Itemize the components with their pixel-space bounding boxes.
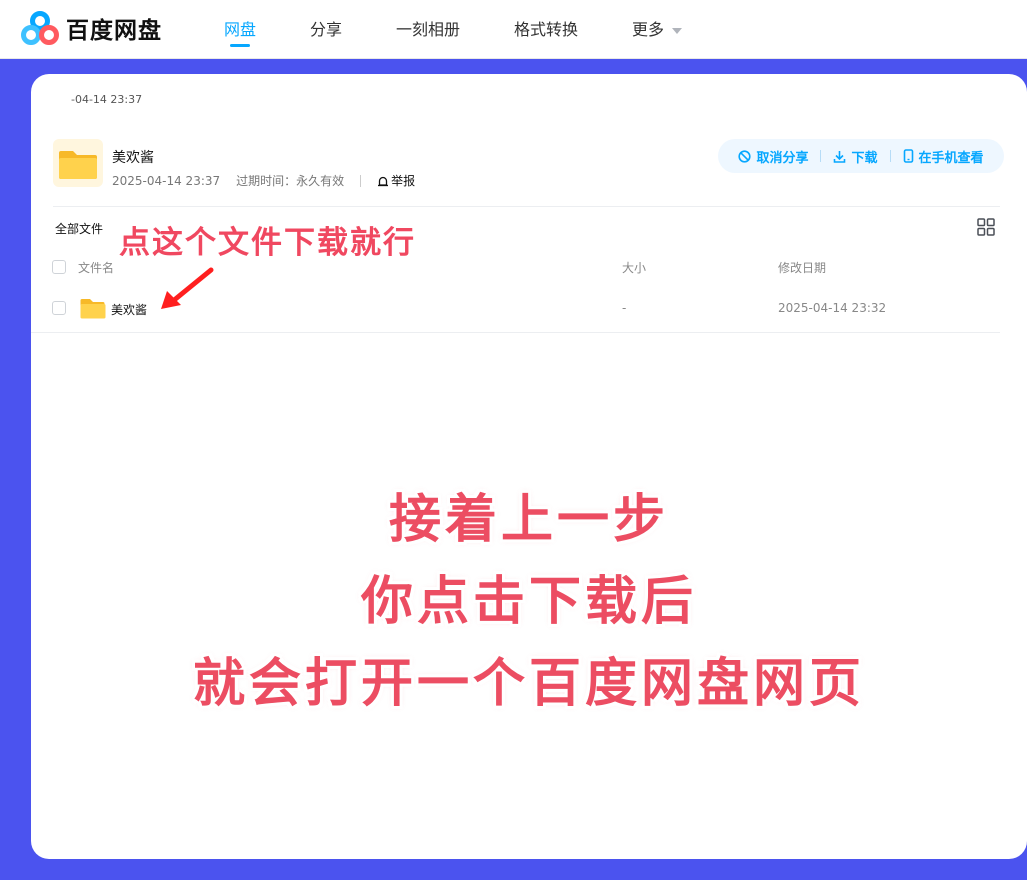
grid-view-icon xyxy=(977,218,995,236)
row-file-name[interactable]: 美欢酱 xyxy=(111,301,147,318)
nav-tab-share[interactable]: 分享 xyxy=(310,16,342,40)
row-checkbox[interactable] xyxy=(52,301,66,315)
phone-icon xyxy=(903,149,913,163)
row-folder-icon-wrap xyxy=(80,296,106,324)
download-label: 下载 xyxy=(851,150,878,166)
ban-icon xyxy=(738,149,752,163)
share-folder-thumbnail xyxy=(53,139,103,187)
share-actions: 取消分享 下载 在手机查看 xyxy=(718,139,1004,173)
report-link[interactable]: 举报 xyxy=(360,172,431,189)
top-navigation-bar: 百度网盘 网盘 分享 一刻相册 格式转换 更多 xyxy=(0,0,1027,59)
folder-icon xyxy=(80,299,106,319)
row-modified-date: 2025-04-14 23:32 xyxy=(778,301,887,315)
annotation-line-2: 你点击下载后 xyxy=(360,572,697,632)
share-title: 美欢酱 xyxy=(112,150,154,166)
red-arrow-icon xyxy=(161,267,214,309)
column-header-name[interactable]: 文件名 xyxy=(78,259,114,276)
share-card: -04-14 23:37 美欢酱 2025-04-14 23:37 过期时间：永… xyxy=(31,74,1027,859)
download-icon xyxy=(834,150,846,163)
divider xyxy=(889,150,891,162)
column-header-size[interactable]: 大小 xyxy=(622,259,646,276)
download-button[interactable]: 下载 xyxy=(833,147,878,166)
column-header-modified[interactable]: 修改日期 xyxy=(778,259,826,276)
cancel-share-label: 取消分享 xyxy=(756,150,809,166)
share-expiry: 过期时间：永久有效 xyxy=(236,174,345,188)
nav-tab-netdisk[interactable]: 网盘 xyxy=(224,16,256,40)
annotation-line-1: 接着上一步 xyxy=(388,490,669,550)
row-file-size: - xyxy=(622,301,627,315)
baidu-netdisk-logo[interactable]: 百度网盘 xyxy=(20,10,162,46)
nav-tab-format-convert[interactable]: 格式转换 xyxy=(514,16,578,40)
nav-tab-more[interactable]: 更多 xyxy=(632,16,683,40)
view-on-mobile-button[interactable]: 在手机查看 xyxy=(903,147,984,166)
chevron-down-icon xyxy=(672,27,683,34)
cancel-share-button[interactable]: 取消分享 xyxy=(738,147,808,166)
nav-tab-album[interactable]: 一刻相册 xyxy=(396,16,460,40)
cloud-logo-icon xyxy=(21,11,59,45)
share-meta: 2025-04-14 23:37 过期时间：永久有效 举报 xyxy=(112,172,431,189)
brand-name: 百度网盘 xyxy=(66,18,162,44)
report-label: 举报 xyxy=(391,174,416,188)
nav-more-label: 更多 xyxy=(632,20,665,39)
share-created-time: 2025-04-14 23:37 xyxy=(112,173,221,188)
annotation-line-3: 就会打开一个百度网盘网页 xyxy=(192,654,865,714)
active-tab-indicator xyxy=(230,44,250,47)
divider xyxy=(360,174,362,187)
divider xyxy=(31,332,1000,333)
view-on-mobile-label: 在手机查看 xyxy=(918,150,984,166)
alarm-icon xyxy=(378,176,389,186)
divider xyxy=(820,150,822,162)
annotation-hint: 点这个文件下载就行 xyxy=(119,225,416,261)
breadcrumb-all-files[interactable]: 全部文件 xyxy=(55,220,103,237)
folder-icon xyxy=(59,151,97,179)
grid-view-toggle[interactable] xyxy=(977,218,995,240)
share-time-partial: -04-14 23:37 xyxy=(71,93,143,106)
divider xyxy=(53,206,1000,207)
select-all-checkbox[interactable] xyxy=(52,260,66,274)
